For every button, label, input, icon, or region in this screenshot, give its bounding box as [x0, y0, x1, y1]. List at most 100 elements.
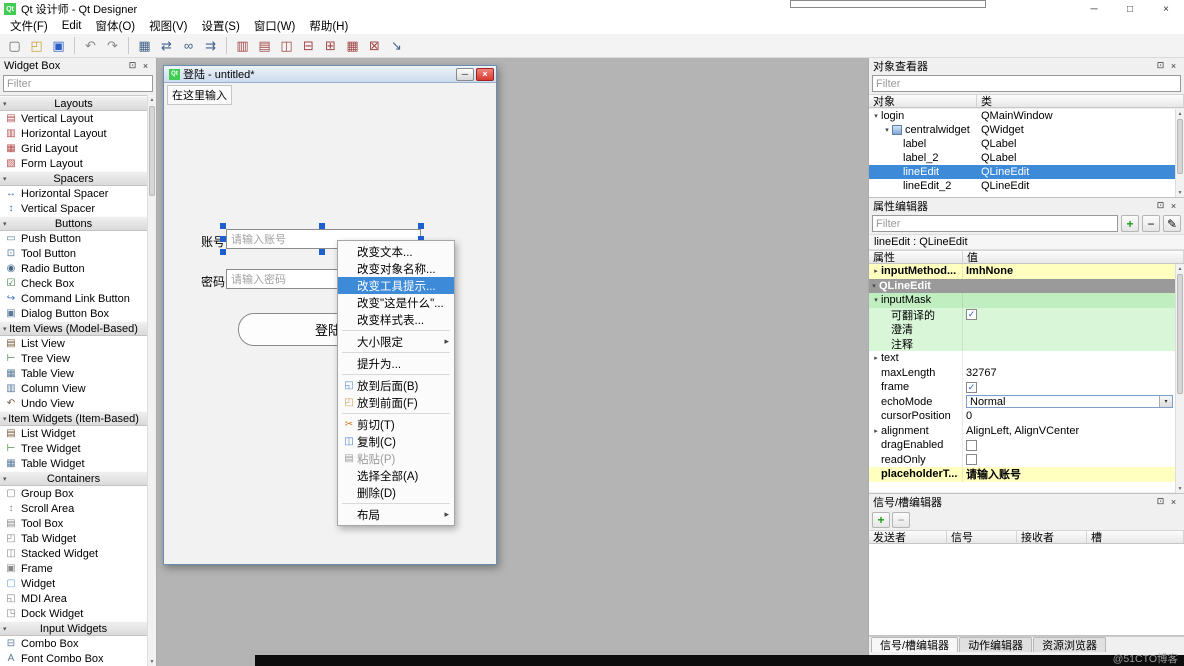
expander-icon[interactable]: ▾	[871, 296, 881, 304]
checkbox-unchecked-icon[interactable]	[966, 454, 977, 465]
echo-mode-combobox[interactable]: Normal▾	[966, 395, 1173, 408]
context-menu-item-cut[interactable]: ✂剪切(T)	[338, 416, 454, 433]
widget-item-table-view[interactable]: ▦Table View	[0, 366, 147, 381]
widget-item-tree-view[interactable]: ⊢Tree View	[0, 351, 147, 366]
property-row-cursor-position[interactable]: cursorPosition0	[869, 409, 1175, 424]
open-form-button[interactable]: ◰	[26, 35, 47, 56]
tree-row-centralwidget[interactable]: ▾centralwidgetQWidget	[869, 123, 1175, 137]
scroll-up-icon[interactable]: ▲	[148, 95, 156, 104]
widget-item-combo-box[interactable]: ⊟Combo Box	[0, 636, 147, 651]
widget-item-dock-widget[interactable]: ◳Dock Widget	[0, 606, 147, 621]
widget-box-category-containers[interactable]: ▾Containers	[0, 471, 147, 486]
close-panel-icon[interactable]: ×	[1167, 200, 1180, 212]
object-inspector-filter-input[interactable]	[872, 75, 1181, 92]
property-row-input-mask[interactable]: ▾inputMask	[869, 293, 1175, 308]
property-value-cell[interactable]	[963, 438, 1175, 453]
selection-handle[interactable]	[220, 236, 226, 242]
close-panel-icon[interactable]: ×	[1167, 60, 1180, 72]
widget-item-group-box[interactable]: ▢Group Box	[0, 486, 147, 501]
widget-item-dialog-button-box[interactable]: ▣Dialog Button Box	[0, 306, 147, 321]
context-menu-item-change-text[interactable]: 改变文本...	[338, 243, 454, 260]
tree-row-login[interactable]: ▾loginQMainWindow	[869, 109, 1175, 123]
widget-box-scrollbar[interactable]: ▲ ▼	[147, 95, 156, 666]
property-row-read-only[interactable]: readOnly	[869, 453, 1175, 468]
context-menu-item-copy[interactable]: ◫复制(C)	[338, 433, 454, 450]
widget-box-category-input-widgets[interactable]: ▾Input Widgets	[0, 621, 147, 636]
add-connection-button[interactable]: +	[872, 512, 890, 528]
redo-button[interactable]: ↷	[102, 35, 123, 56]
widget-item-vertical-spacer[interactable]: ↕Vertical Spacer	[0, 201, 147, 216]
tree-row-label[interactable]: labelQLabel	[869, 137, 1175, 151]
menubar-item-v[interactable]: 视图(V)	[142, 18, 194, 34]
widget-item-vertical-layout[interactable]: ▤Vertical Layout	[0, 111, 147, 126]
add-dynamic-property-button[interactable]: +	[1121, 215, 1139, 232]
context-menu-item-change-tooltip[interactable]: 改变工具提示...	[338, 277, 454, 294]
widget-item-stacked-widget[interactable]: ◫Stacked Widget	[0, 546, 147, 561]
selection-handle[interactable]	[220, 249, 226, 255]
property-value-cell[interactable]	[963, 351, 1175, 366]
form-minimize-button[interactable]: ─	[456, 68, 474, 81]
close-panel-icon[interactable]: ×	[1167, 496, 1180, 508]
context-menu-item-change-stylesheet[interactable]: 改变样式表...	[338, 311, 454, 328]
tree-row-lineedit-2[interactable]: lineEdit_2QLineEdit	[869, 179, 1175, 193]
form-window-titlebar[interactable]: Qt 登陆 - untitled* ─ ×	[164, 66, 496, 83]
save-form-button[interactable]: ▣	[48, 35, 69, 56]
widget-item-command-link-button[interactable]: ↪Command Link Button	[0, 291, 147, 306]
widget-item-frame[interactable]: ▣Frame	[0, 561, 147, 576]
widget-item-column-view[interactable]: ▥Column View	[0, 381, 147, 396]
expander-icon[interactable]: ▾	[869, 282, 879, 290]
float-panel-icon[interactable]: ⊡	[1154, 60, 1167, 72]
property-row-max-length[interactable]: maxLength32767	[869, 366, 1175, 381]
widget-item-form-layout[interactable]: ▧Form Layout	[0, 156, 147, 171]
property-filter-input[interactable]	[872, 215, 1118, 232]
widget-item-table-widget[interactable]: ▦Table Widget	[0, 456, 147, 471]
property-row-disambiguation[interactable]: 澄清	[869, 322, 1175, 337]
expander-icon[interactable]: ▸	[871, 354, 881, 362]
configure-property-editor-button[interactable]: ✎	[1163, 215, 1181, 232]
adjust-size-button[interactable]: ↘	[386, 35, 407, 56]
widget-box-filter-input[interactable]	[3, 75, 153, 92]
selection-handle[interactable]	[319, 249, 325, 255]
context-menu-item-promote-to[interactable]: 提升为...	[338, 355, 454, 372]
lay-out-grid-button[interactable]: ▦	[342, 35, 363, 56]
widget-item-radio-button[interactable]: ◉Radio Button	[0, 261, 147, 276]
menu-type-here[interactable]: 在这里输入	[167, 85, 232, 105]
widget-item-tree-widget[interactable]: ⊢Tree Widget	[0, 441, 147, 456]
scroll-down-icon[interactable]: ▼	[1176, 484, 1184, 493]
edit-signals-slots-mode-button[interactable]: ⇄	[156, 35, 177, 56]
minimize-button[interactable]: ─	[1076, 0, 1112, 18]
maximize-button[interactable]: □	[1112, 0, 1148, 18]
lay-out-horizontally-button[interactable]: ▥	[232, 35, 253, 56]
widget-box-category-buttons[interactable]: ▾Buttons	[0, 216, 147, 231]
scroll-up-icon[interactable]: ▲	[1176, 109, 1184, 118]
signal-slot-table[interactable]	[869, 544, 1184, 635]
selection-handle[interactable]	[220, 223, 226, 229]
property-value-cell[interactable]	[963, 322, 1175, 337]
context-menu-item-change-whats-this[interactable]: 改变"这是什么"...	[338, 294, 454, 311]
property-value-cell[interactable]: 请输入账号	[963, 467, 1175, 482]
context-menu-item-send-to-back[interactable]: ◱放到后面(B)	[338, 377, 454, 394]
tree-row-lineedit[interactable]: lineEditQLineEdit	[869, 165, 1175, 179]
property-row-placeholder-text[interactable]: placeholderT...请输入账号	[869, 467, 1175, 482]
context-menu-item-delete[interactable]: 删除(D)	[338, 484, 454, 501]
password-label[interactable]: 密码:	[201, 273, 228, 290]
widget-box-category-spacers[interactable]: ▾Spacers	[0, 171, 147, 186]
context-menu-item-paste[interactable]: ▤粘贴(P)	[338, 450, 454, 467]
property-editor-scrollbar[interactable]: ▲ ▼	[1175, 264, 1184, 493]
property-value-cell[interactable]: ImhNone	[963, 264, 1175, 279]
scrollbar-thumb[interactable]	[1177, 274, 1183, 394]
widget-item-horizontal-spacer[interactable]: ↔Horizontal Spacer	[0, 186, 147, 201]
widget-item-widget[interactable]: ▢Widget	[0, 576, 147, 591]
widget-item-undo-view[interactable]: ↶Undo View	[0, 396, 147, 411]
context-menu-item-change-object-name[interactable]: 改变对象名称...	[338, 260, 454, 277]
float-panel-icon[interactable]: ⊡	[126, 60, 139, 72]
property-value-cell[interactable]: 32767	[963, 366, 1175, 381]
widget-box-category-item-widgets-item-based[interactable]: ▾Item Widgets (Item-Based)	[0, 411, 147, 426]
widget-box-category-layouts[interactable]: ▾Layouts	[0, 96, 147, 111]
widget-item-mdi-area[interactable]: ◱MDI Area	[0, 591, 147, 606]
lay-out-vertical-splitter-button[interactable]: ⊟	[298, 35, 319, 56]
property-value-cell[interactable]	[963, 453, 1175, 468]
property-value-cell[interactable]: AlignLeft, AlignVCenter	[963, 424, 1175, 439]
widget-item-push-button[interactable]: ▭Push Button	[0, 231, 147, 246]
dock-tab-resource-browser[interactable]: 资源浏览器	[1033, 637, 1106, 652]
